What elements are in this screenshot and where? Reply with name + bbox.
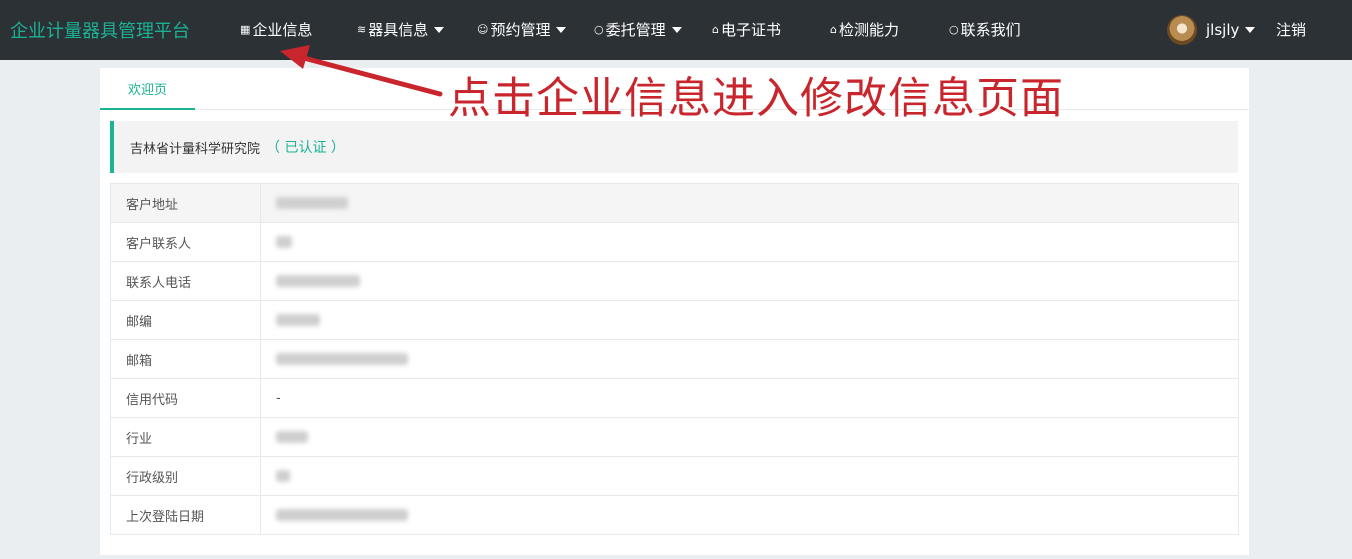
row-value	[260, 456, 1239, 496]
nav-instruments[interactable]: ≋ 器具信息	[357, 19, 445, 40]
nav-capability[interactable]: ⌂ 检测能力	[830, 19, 899, 40]
home-icon: ⌂	[712, 23, 719, 36]
row-label: 客户地址	[110, 183, 261, 223]
row-label: 客户联系人	[110, 222, 261, 262]
logout-link[interactable]: 注销	[1276, 19, 1306, 40]
user-name: jlsjly	[1206, 21, 1240, 39]
nav-company-info-label: 企业信息	[252, 21, 313, 39]
avatar	[1167, 15, 1197, 45]
nav-capability-label: 检测能力	[838, 21, 899, 39]
nav-certificate-label: 电子证书	[720, 21, 781, 39]
brand-title[interactable]: 企业计量器具管理平台	[10, 17, 190, 43]
nav-contact-label: 联系我们	[960, 21, 1021, 39]
smile-icon: ☺	[477, 23, 489, 36]
row-value	[260, 495, 1239, 535]
row-label: 联系人电话	[110, 261, 261, 301]
tab-welcome[interactable]: 欢迎页	[100, 68, 195, 110]
nav-booking[interactable]: ☺ 预约管理	[477, 19, 567, 40]
circle-icon: ○	[594, 23, 604, 36]
row-value	[260, 261, 1239, 301]
layers-icon: ≋	[357, 23, 367, 36]
company-name: 吉林省计量科学研究院	[130, 141, 261, 157]
nav-company-info[interactable]: ▦ 企业信息	[240, 19, 312, 40]
row-value	[260, 417, 1239, 457]
table-row: 客户联系人	[110, 222, 1239, 262]
row-label: 行政级别	[110, 456, 261, 496]
home-icon: ⌂	[830, 23, 837, 36]
circle-icon: ○	[949, 23, 959, 36]
table-row: 邮编	[110, 300, 1239, 340]
top-navbar: 企业计量器具管理平台 ▦ 企业信息 ≋ 器具信息 ☺ 预约管理 ○ 委托管理 ⌂…	[0, 0, 1352, 60]
main-panel: 欢迎页 吉林省计量科学研究院 （ 已认证 ） 客户地址 客户联系人 联系人电话 …	[100, 68, 1249, 555]
row-label: 行业	[110, 417, 261, 457]
row-value	[260, 300, 1239, 340]
company-info-table: 客户地址 客户联系人 联系人电话 邮编 邮箱 信用代码 - 行业 行政级别 上次…	[110, 183, 1239, 535]
verified-badge: （ 已认证 ）	[266, 140, 345, 156]
redacted-value	[276, 470, 290, 482]
redacted-value	[276, 431, 308, 443]
redacted-value	[276, 314, 320, 326]
user-menu[interactable]: jlsjly	[1167, 15, 1256, 45]
row-value	[260, 339, 1239, 379]
nav-entrust[interactable]: ○ 委托管理	[594, 19, 682, 40]
table-row: 客户地址	[110, 183, 1239, 223]
chevron-down-icon	[556, 26, 567, 33]
nav-instruments-label: 器具信息	[368, 21, 429, 39]
row-label: 信用代码	[110, 378, 261, 418]
chevron-down-icon	[1245, 27, 1256, 33]
redacted-value	[276, 509, 408, 521]
redacted-value	[276, 236, 292, 248]
redacted-value	[276, 353, 408, 365]
row-label: 上次登陆日期	[110, 495, 261, 535]
table-row: 信用代码 -	[110, 378, 1239, 418]
tab-bar: 欢迎页	[100, 68, 1249, 110]
nav-contact[interactable]: ○ 联系我们	[949, 19, 1021, 40]
row-value	[260, 183, 1239, 223]
row-label: 邮箱	[110, 339, 261, 379]
table-row: 联系人电话	[110, 261, 1239, 301]
row-value: -	[260, 378, 1239, 418]
table-row: 邮箱	[110, 339, 1239, 379]
table-row: 上次登陆日期	[110, 495, 1239, 535]
company-header: 吉林省计量科学研究院 （ 已认证 ）	[110, 121, 1238, 173]
row-value	[260, 222, 1239, 262]
nav-certificate[interactable]: ⌂ 电子证书	[712, 19, 781, 40]
redacted-value	[276, 197, 348, 209]
table-row: 行政级别	[110, 456, 1239, 496]
grid-icon: ▦	[240, 23, 251, 36]
redacted-value	[276, 275, 360, 287]
chevron-down-icon	[434, 26, 445, 33]
row-label: 邮编	[110, 300, 261, 340]
nav-entrust-label: 委托管理	[605, 21, 666, 39]
table-row: 行业	[110, 417, 1239, 457]
nav-booking-label: 预约管理	[490, 21, 551, 39]
chevron-down-icon	[671, 26, 682, 33]
